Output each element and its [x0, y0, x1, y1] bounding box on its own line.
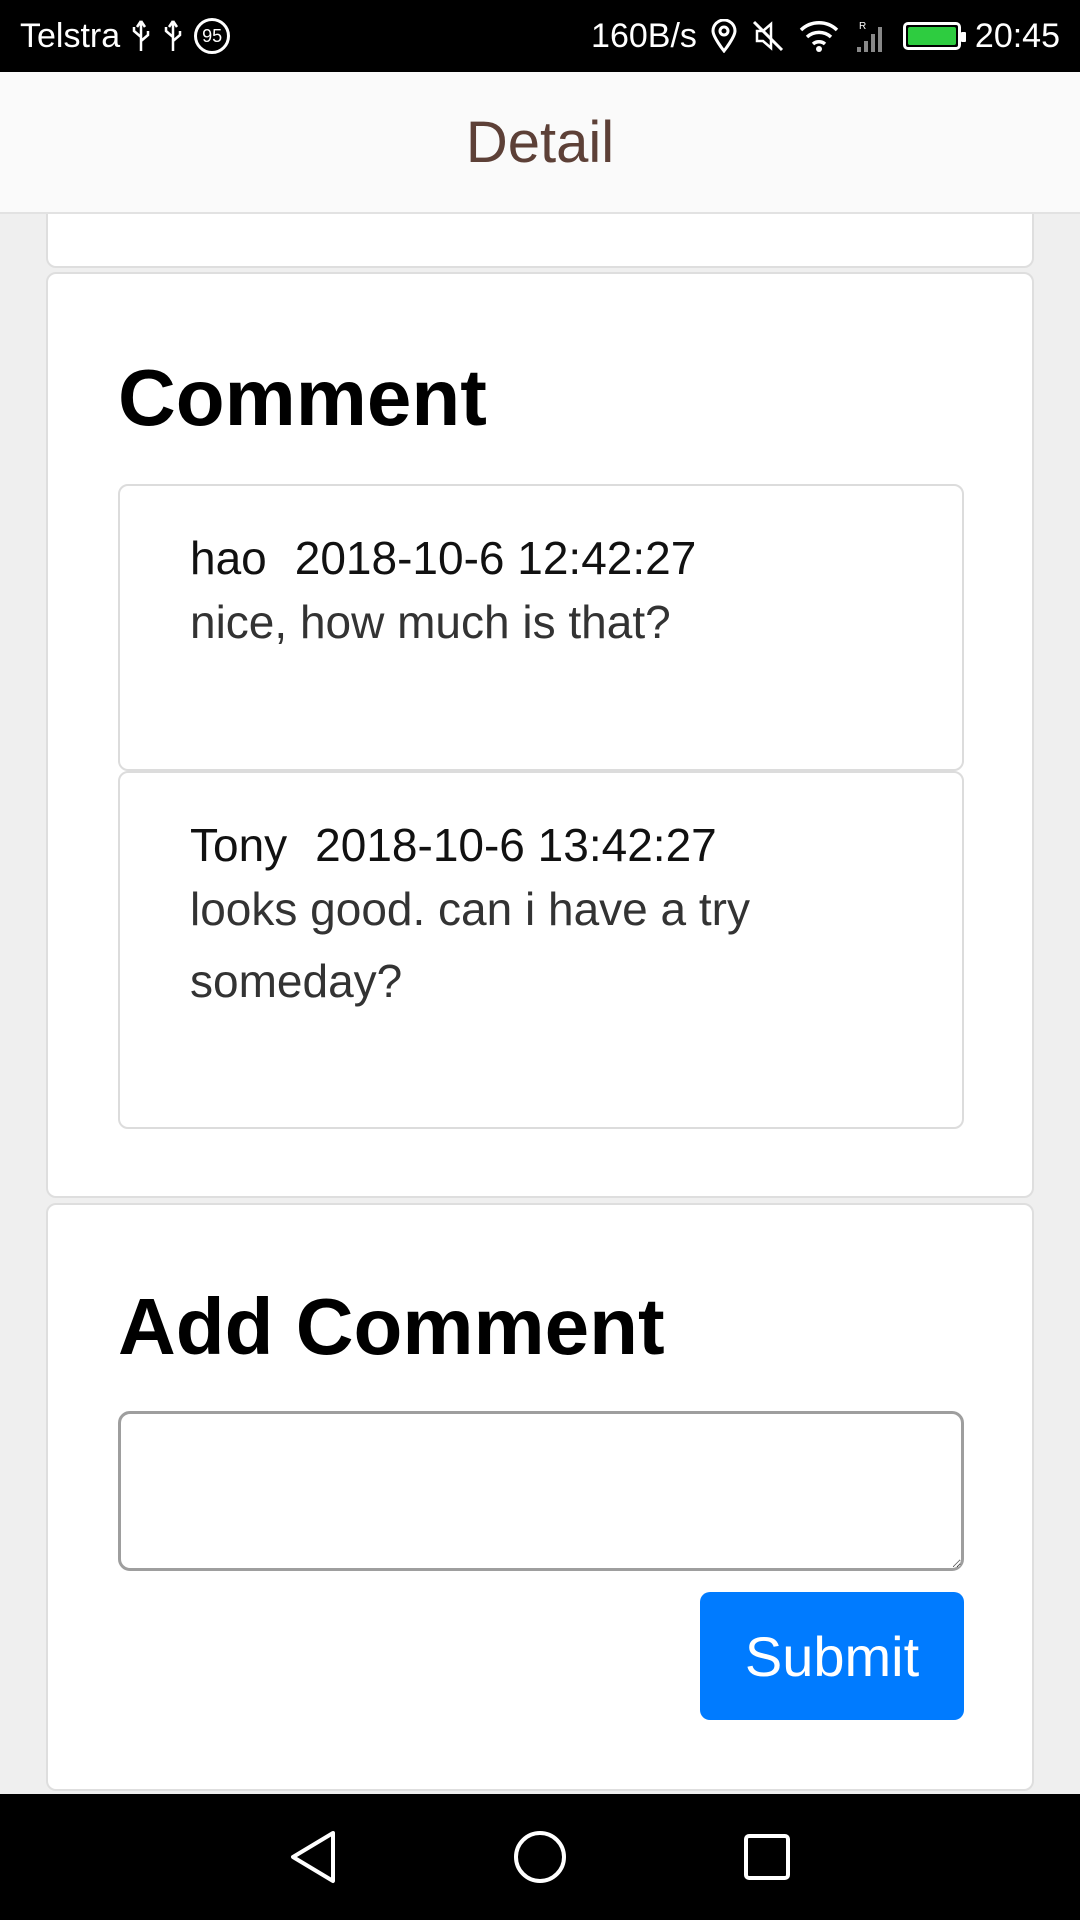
comment-text: nice, how much is that? — [190, 596, 671, 648]
add-comment-card: Add Comment Submit — [46, 1203, 1034, 1791]
mute-icon — [751, 19, 785, 53]
home-icon[interactable] — [490, 1807, 590, 1907]
comment-input[interactable] — [118, 1411, 964, 1571]
comment-author: Tony — [190, 819, 288, 871]
recents-icon[interactable] — [717, 1807, 817, 1907]
signal-icon: R — [853, 19, 889, 53]
back-icon[interactable] — [263, 1807, 363, 1907]
comment-timestamp: 2018-10-6 13:42:27 — [315, 819, 717, 871]
comment-author: hao — [190, 532, 267, 584]
submit-button[interactable]: Submit — [700, 1592, 964, 1720]
comment-item: Tony 2018-10-6 13:42:27 looks good. can i… — [118, 771, 964, 1129]
carrier-label: Telstra — [20, 16, 121, 55]
roaming-label: R — [859, 21, 866, 32]
comment-header: hao 2018-10-6 12:42:27 — [190, 530, 892, 586]
add-comment-title: Add Comment — [118, 1282, 665, 1371]
status-bar: Telstra 95 160B/s R 20:45 — [0, 0, 1080, 72]
battery-icon — [902, 22, 966, 50]
comments-title: Comment — [118, 353, 487, 442]
usb-icon — [130, 19, 152, 53]
location-icon — [711, 19, 737, 53]
comment-header: Tony 2018-10-6 13:42:27 — [190, 817, 892, 873]
comment-text: looks good. can i have a try someday? — [190, 883, 750, 1007]
comment-item: hao 2018-10-6 12:42:27 nice, how much is … — [118, 484, 964, 771]
clock: 20:45 — [974, 16, 1060, 55]
comment-timestamp: 2018-10-6 12:42:27 — [294, 532, 697, 584]
page-title: Detail — [465, 109, 615, 175]
navigation-bar — [0, 1794, 1080, 1920]
usb-icon — [162, 19, 184, 53]
network-speed: 160B/s — [591, 16, 697, 55]
notification-badge: 95 — [194, 18, 231, 54]
comments-card: Comment hao 2018-10-6 12:42:27 nice, how … — [46, 272, 1034, 1198]
wifi-icon — [799, 20, 839, 52]
app-header: Detail — [0, 72, 1080, 214]
